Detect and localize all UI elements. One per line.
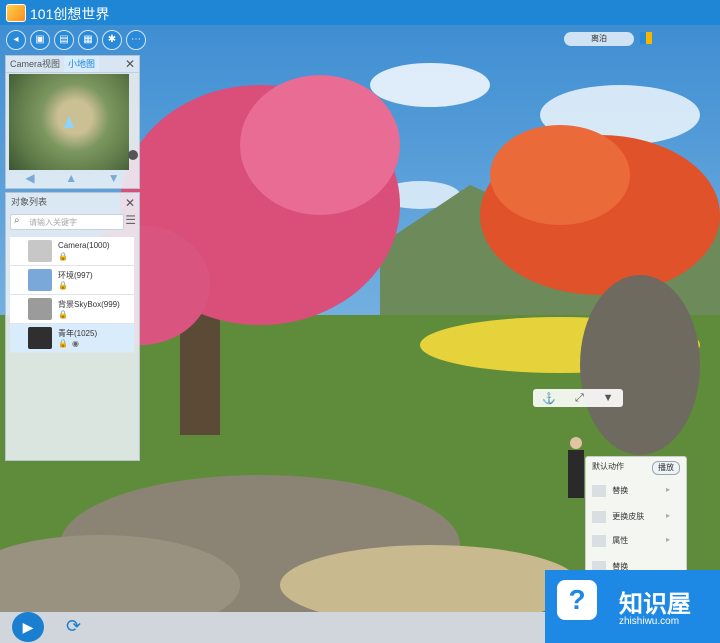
close-icon[interactable]: ✕ xyxy=(125,57,135,71)
camera-panel: Camera视图 小地图 ✕ ◀ ▲ ▼ xyxy=(5,55,140,189)
watermark-url: zhishiwu.com xyxy=(619,616,680,627)
action-row[interactable]: 更换皮肤 ▸ xyxy=(592,511,670,523)
action-label: 替换 xyxy=(612,486,629,496)
anchor-icon[interactable]: ⚓ xyxy=(542,392,556,405)
watermark-title: 知识屋 xyxy=(619,591,691,618)
skybox-thumb-icon xyxy=(28,298,52,320)
item-name: Camera(1000) xyxy=(58,241,110,250)
lock-icon[interactable]: 🔒 xyxy=(58,339,68,348)
save-icon[interactable]: ▣ xyxy=(30,30,50,50)
tab-minimap[interactable]: 小地图 xyxy=(64,56,100,72)
replace-icon xyxy=(592,485,606,497)
lock-icon[interactable]: 🔒 xyxy=(58,310,68,319)
close-icon[interactable]: ✕ xyxy=(125,194,135,212)
search-input[interactable]: ⌕ 请输入关键字 xyxy=(10,214,124,230)
item-name: 青年(1025) xyxy=(58,329,98,338)
shirt-icon[interactable]: ▼ xyxy=(603,392,614,404)
skin-icon xyxy=(592,511,606,523)
minimap-zoom-slider[interactable] xyxy=(128,76,138,162)
environment-thumb-icon xyxy=(28,269,52,291)
play-action-button[interactable]: 播放 xyxy=(652,461,680,475)
list-item[interactable]: 环境(997) 🔒 xyxy=(10,266,134,295)
camera-switch-icon[interactable]: ⟳ xyxy=(66,616,94,640)
action-row[interactable]: 属性 ▸ xyxy=(592,535,670,547)
title-bar: 101创想世界 xyxy=(0,0,720,25)
list-item[interactable]: 青年(1025) 🔒 ◉ xyxy=(10,324,134,353)
character-thumb-icon xyxy=(28,327,52,349)
layout-icon[interactable] xyxy=(640,32,652,44)
lock-icon[interactable]: 🔒 xyxy=(58,252,68,261)
object-list: Camera(1000) 🔒 环境(997) 🔒 背景SkyBox(999) 🔒… xyxy=(10,237,134,353)
minimap[interactable] xyxy=(9,74,129,170)
camera-controls: ◀ ▲ ▼ xyxy=(10,171,135,185)
folder-icon[interactable]: ▤ xyxy=(54,30,74,50)
grid-icon[interactable]: ▦ xyxy=(78,30,98,50)
eye-icon[interactable]: ◉ xyxy=(72,339,79,348)
search-icon: ⌕ xyxy=(14,215,20,226)
slider-knob[interactable] xyxy=(128,150,138,160)
player-marker-icon xyxy=(64,116,74,128)
object-list-title: 对象列表 xyxy=(11,197,48,207)
watermark-logo: ? 知识屋 zhishiwu.com xyxy=(545,570,720,643)
more-icon[interactable]: ⋯ xyxy=(126,30,146,50)
action-row[interactable]: 替换 ▸ xyxy=(592,485,670,497)
play-icon[interactable]: ▶ xyxy=(12,612,44,642)
chevron-right-icon: ▸ xyxy=(666,485,671,494)
lock-icon[interactable]: 🔒 xyxy=(58,281,68,290)
toolbar-top-left: ◂ ▣ ▤ ▦ ✱ ⋯ xyxy=(6,30,146,50)
app-logo-icon xyxy=(6,4,26,22)
chevron-right-icon: ▸ xyxy=(666,511,671,520)
camera-pin-icon[interactable]: ▼ xyxy=(108,171,120,185)
item-name: 环境(997) xyxy=(58,271,93,280)
properties-icon xyxy=(592,535,606,547)
window-title: 101创想世界 xyxy=(30,6,110,22)
resize-icon[interactable]: ⤢ xyxy=(575,392,584,405)
item-name: 背景SkyBox(999) xyxy=(58,300,120,309)
action-panel: 默认动作 播放 替换 ▸ 更换皮肤 ▸ 属性 ▸ 替换 xyxy=(585,456,687,588)
camera-person-icon[interactable]: ▲ xyxy=(65,171,77,185)
settings-icon[interactable]: ✱ xyxy=(102,30,122,50)
object-list-header: 对象列表 ✕ xyxy=(6,193,139,211)
top-right-button[interactable]: 离泊 xyxy=(564,32,634,46)
camera-move-icon[interactable]: ◀ xyxy=(25,171,34,185)
action-label: 更换皮肤 xyxy=(612,512,645,522)
search-placeholder: 请输入关键字 xyxy=(29,218,77,227)
default-action-label: 默认动作 xyxy=(592,462,624,471)
object-list-panel: 对象列表 ✕ ⌕ 请输入关键字 ☰ Camera(1000) 🔒 环境(997)… xyxy=(5,192,140,461)
object-context-toolbar: ⚓ ⤢ ▼ xyxy=(533,389,623,407)
camera-thumb-icon xyxy=(28,240,52,262)
action-label: 属性 xyxy=(612,536,629,546)
list-view-icon[interactable]: ☰ xyxy=(125,213,136,227)
help-icon: ? xyxy=(557,580,597,620)
chevron-right-icon: ▸ xyxy=(666,535,671,544)
tab-camera-view[interactable]: Camera视图 xyxy=(6,56,64,72)
camera-tabs: Camera视图 小地图 xyxy=(6,56,139,73)
back-icon[interactable]: ◂ xyxy=(6,30,26,50)
list-item[interactable]: 背景SkyBox(999) 🔒 xyxy=(10,295,134,324)
list-item[interactable]: Camera(1000) 🔒 xyxy=(10,237,134,266)
